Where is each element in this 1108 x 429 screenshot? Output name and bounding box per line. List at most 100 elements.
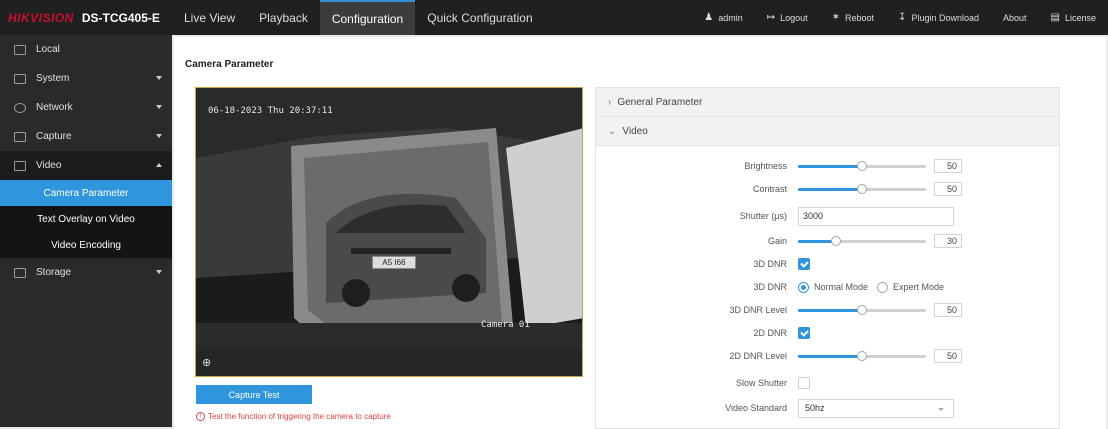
sidebar-item-label: System — [36, 73, 70, 84]
brightness-slider[interactable] — [798, 160, 926, 172]
toolbar-right: ♟ admin ↦ Logout ✶ Reboot ↧ Plugin Downl… — [704, 0, 1108, 35]
osd-timestamp: 06-18-2023 Thu 20:37:11 — [208, 106, 333, 116]
brightness-row: Brightness 50 — [596, 154, 1061, 178]
dnr3d-enable-checkbox[interactable] — [798, 258, 810, 270]
contrast-label: Contrast — [752, 184, 787, 194]
dnr3d-level-row: 3D DNR Level 50 — [596, 298, 1061, 322]
dnr2d-enable-row: 2D DNR — [596, 321, 1061, 345]
capture-icon — [14, 131, 26, 142]
video-icon — [14, 160, 26, 171]
video-standard-label: Video Standard — [725, 403, 787, 413]
dnr3d-mode-label: 3D DNR — [753, 282, 787, 292]
sidebar-subitem-video-encoding[interactable]: Video Encoding — [0, 232, 172, 258]
dnr2d-level-slider[interactable] — [798, 350, 926, 362]
normal-mode-radio[interactable] — [798, 281, 809, 293]
sidebar-item-label: Capture — [36, 131, 72, 142]
slider-knob[interactable] — [857, 184, 867, 194]
parameter-panel: › General Parameter ⌄ Video Brightness 5… — [595, 87, 1060, 429]
video-frame-image — [196, 88, 582, 376]
slider-knob[interactable] — [831, 236, 842, 246]
sidebar-subitem-text-overlay[interactable]: Text Overlay on Video — [0, 206, 172, 232]
sidebar-item-video[interactable]: Video — [0, 151, 172, 180]
tab-configuration[interactable]: Configuration — [319, 0, 416, 35]
slider-knob[interactable] — [857, 305, 867, 315]
plugin-download-label: Plugin Download — [911, 12, 979, 23]
sidebar-item-capture[interactable]: Capture — [0, 122, 172, 151]
dnr3d-level-value[interactable]: 50 — [934, 303, 962, 317]
slider-fill — [798, 309, 862, 312]
shutter-input[interactable]: 3000 — [798, 206, 954, 226]
hikvision-logo: HIKVISION — [8, 10, 74, 25]
license-button[interactable]: ▤ License — [1051, 12, 1096, 23]
logout-icon: ↦ — [766, 12, 776, 23]
slow-shutter-label: Slow Shutter — [735, 378, 787, 388]
tab-live-view[interactable]: Live View — [172, 0, 247, 35]
tab-playback[interactable]: Playback — [247, 0, 320, 35]
dnr2d-level-value[interactable]: 50 — [934, 349, 962, 363]
logout-button[interactable]: ↦ Logout — [767, 12, 808, 23]
reboot-label: Reboot — [845, 12, 875, 23]
sidebar-item-network[interactable]: Network — [0, 93, 172, 122]
zoom-in-icon[interactable]: ⊕ — [202, 356, 211, 369]
license-label: License — [1064, 12, 1096, 23]
download-icon: ↧ — [898, 12, 907, 23]
sidebar-subitem-camera-parameter[interactable]: Camera Parameter — [0, 180, 172, 206]
about-label: About — [1002, 12, 1027, 23]
expert-mode-radio[interactable] — [877, 281, 889, 293]
slider-knob[interactable] — [857, 161, 867, 171]
sidebar-item-storage[interactable]: Storage — [0, 258, 172, 287]
contrast-value[interactable]: 50 — [934, 182, 962, 196]
video-section-header[interactable]: ⌄ Video — [596, 117, 1059, 146]
sidebar-item-system[interactable]: System — [0, 64, 172, 93]
slider-fill — [798, 188, 862, 191]
slow-shutter-checkbox[interactable] — [798, 377, 810, 389]
slider-fill — [798, 165, 862, 168]
chevron-down-icon — [156, 134, 162, 138]
sidebar-item-local[interactable]: Local — [0, 35, 172, 64]
dnr2d-enable-checkbox[interactable] — [798, 327, 810, 339]
sidebar-item-label: Network — [36, 102, 73, 113]
slider-fill — [798, 355, 862, 358]
info-icon: ! — [196, 412, 205, 421]
sidebar: Local System Network Capture Video Camer… — [0, 35, 172, 427]
brightness-value[interactable]: 50 — [934, 159, 962, 173]
contrast-slider[interactable] — [798, 183, 926, 195]
dnr2d-level-label: 2D DNR Level — [729, 351, 787, 361]
reboot-button[interactable]: ✶ Reboot — [832, 12, 874, 23]
capture-hint: ! Test the function of triggering the ca… — [196, 412, 391, 421]
expert-mode-label: Expert Mode — [893, 282, 945, 292]
video-standard-row: Video Standard 50hz — [596, 396, 1061, 420]
video-toolbar: ⊕ — [196, 349, 582, 376]
chevron-down-icon — [156, 270, 162, 274]
gain-slider[interactable] — [798, 235, 926, 247]
video-standard-select[interactable]: 50hz — [798, 398, 954, 418]
gain-value[interactable]: 30 — [934, 234, 962, 248]
device-model: DS-TCG405-E — [81, 10, 160, 25]
dnr2d-level-row: 2D DNR Level 50 — [596, 344, 1061, 368]
globe-icon — [14, 102, 26, 113]
brand: HIKVISION DS-TCG405-E — [0, 0, 172, 35]
dnr2d-enable-label: 2D DNR — [753, 328, 787, 338]
main-area: Camera Parameter 06-18-2023 Thu 20:37:11… — [172, 35, 1108, 429]
tab-quick-configuration[interactable]: Quick Configuration — [415, 0, 544, 35]
dnr3d-enable-label: 3D DNR — [753, 259, 787, 269]
capture-hint-text: Test the function of triggering the came… — [208, 412, 391, 421]
user-icon: ♟ — [704, 12, 714, 23]
user-menu[interactable]: ♟ admin — [704, 12, 742, 23]
slow-shutter-row: Slow Shutter — [596, 371, 1061, 395]
plugin-download-button[interactable]: ↧ Plugin Download — [898, 12, 979, 23]
sidebar-item-label: Storage — [36, 267, 72, 278]
normal-mode-label: Normal Mode — [814, 282, 869, 292]
slider-knob[interactable] — [857, 351, 867, 361]
chevron-down-icon — [156, 76, 162, 80]
content-card: Camera Parameter 06-18-2023 Thu 20:37:11… — [174, 37, 1106, 429]
about-button[interactable]: About — [1003, 13, 1027, 23]
live-video-view[interactable]: 06-18-2023 Thu 20:37:11 A5 I66 Camera 01 — [195, 87, 583, 377]
capture-test-button[interactable]: Capture Test — [196, 385, 312, 404]
reboot-icon: ✶ — [831, 12, 841, 23]
video-section-label: Video — [622, 125, 648, 137]
dnr3d-level-slider[interactable] — [798, 304, 926, 316]
dnr3d-level-label: 3D DNR Level — [729, 305, 787, 315]
general-parameter-label: General Parameter — [617, 96, 703, 108]
general-parameter-header[interactable]: › General Parameter — [596, 88, 1059, 117]
